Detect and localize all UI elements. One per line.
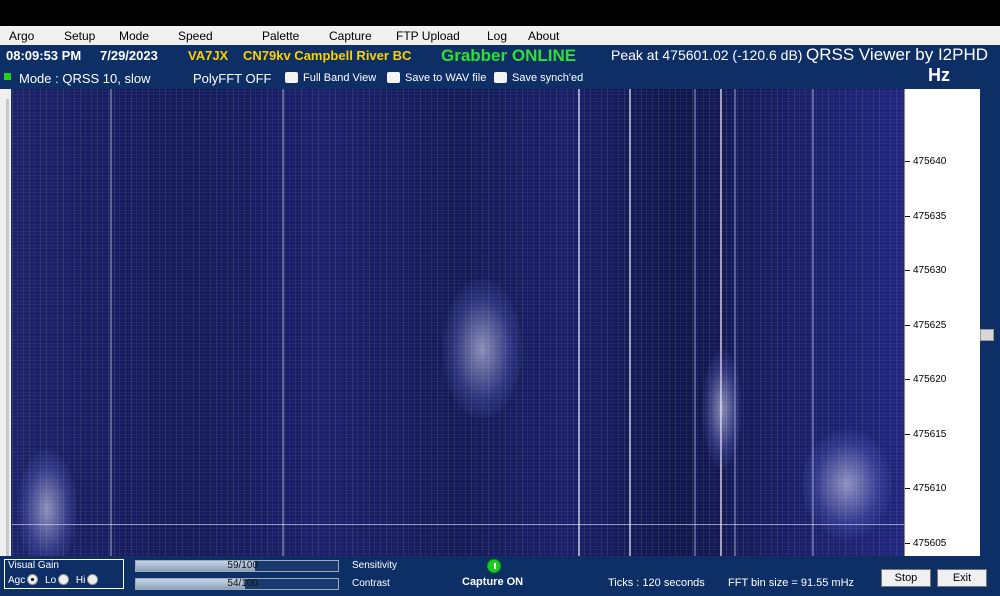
- frequency-tick: 475630: [905, 265, 981, 277]
- waterfall-display[interactable]: 19:4419:4619:4819:5019:5219:5419:5619:58…: [12, 89, 904, 596]
- signal-trace: [720, 89, 722, 569]
- lo-radio[interactable]: [58, 574, 70, 585]
- frequency-tick: 475610: [905, 483, 981, 495]
- exit-button[interactable]: Exit: [937, 569, 987, 587]
- mode-label: Mode : QRSS 10, slow: [19, 71, 151, 86]
- polyfft-toggle[interactable]: PolyFFT OFF: [193, 71, 271, 86]
- signal-trace: [734, 89, 736, 569]
- stop-button[interactable]: Stop: [881, 569, 931, 587]
- menu-capture[interactable]: Capture: [320, 29, 387, 43]
- hi-label: Hi: [75, 575, 86, 586]
- title-bar: [0, 0, 1000, 26]
- frequency-tick: 475615: [905, 429, 981, 441]
- visual-gain-group: Visual Gain Agc Lo Hi: [4, 559, 124, 589]
- contrast-value: 54/100: [227, 578, 258, 589]
- frequency-tick-label: 475615: [913, 428, 947, 440]
- save-synched-label: Save synch'ed: [512, 72, 584, 84]
- fft-bin-info: FFT bin size = 91.55 mHz: [728, 577, 855, 589]
- frequency-tick-label: 475620: [913, 374, 947, 385]
- contrast-label: Contrast: [352, 578, 390, 589]
- menu-argo[interactable]: Argo: [0, 29, 55, 43]
- grabber-status: Grabber ONLINE: [441, 46, 577, 65]
- main-window: 08:09:53 PM 7/29/2023 VA7JX CN79kv Campb…: [0, 45, 1000, 596]
- frequency-scrollbar[interactable]: [980, 89, 994, 596]
- menu-setup[interactable]: Setup: [55, 29, 110, 43]
- signal-trace: [629, 89, 631, 569]
- save-wav-label: Save to WAV file: [405, 72, 487, 84]
- frequency-tick: 475640: [905, 156, 981, 168]
- menu-speed[interactable]: Speed: [169, 29, 253, 43]
- ticks-info: Ticks : 120 seconds: [608, 577, 705, 589]
- signal-spot: [442, 279, 522, 419]
- signal-spot: [802, 429, 892, 539]
- frequency-tick: 475620: [905, 374, 981, 386]
- menu-about[interactable]: About: [519, 29, 579, 43]
- mode-indicator-icon: [4, 73, 11, 80]
- signal-trace: [694, 89, 696, 569]
- menu-palette[interactable]: Palette: [253, 29, 320, 43]
- frequency-tick-label: 475635: [913, 210, 947, 222]
- frequency-tick-label: 475625: [913, 319, 947, 331]
- hi-radio[interactable]: [87, 574, 99, 585]
- left-scrollbar[interactable]: [0, 89, 11, 596]
- agc-radio[interactable]: [27, 574, 39, 585]
- callsign: VA7JX: [188, 48, 229, 63]
- control-panel: Visual Gain Agc Lo Hi 59/100 Sensitivity…: [0, 556, 1000, 596]
- save-wav-checkbox[interactable]: [387, 72, 400, 83]
- sensitivity-value: 59/100: [227, 560, 258, 571]
- menu-ftp-upload[interactable]: FTP Upload: [387, 29, 478, 43]
- menu-bar: Argo Setup Mode Speed Palette Capture FT…: [0, 26, 1000, 45]
- save-synched-checkbox[interactable]: [494, 72, 507, 83]
- frequency-tick: 475605: [905, 538, 981, 550]
- signal-spot: [702, 349, 742, 469]
- lo-label: Lo: [45, 575, 57, 586]
- full-band-checkbox[interactable]: [285, 72, 298, 83]
- menu-mode[interactable]: Mode: [110, 29, 169, 43]
- frequency-axis: 475640 475635 475630 475625 475620 475615 4756…: [904, 89, 980, 596]
- app-title: QRSS Viewer by I2PHD: [806, 45, 989, 64]
- contrast-slider[interactable]: 54/100: [135, 578, 339, 590]
- capture-status: Capture ON: [462, 576, 524, 588]
- signal-trace: [578, 89, 580, 569]
- scroll-thumb[interactable]: [980, 329, 994, 341]
- frequency-tick-label: 475605: [913, 537, 947, 549]
- signal-trace: [282, 89, 284, 569]
- capture-power-icon[interactable]: [487, 559, 501, 573]
- options-bar: Mode : QRSS 10, slow PolyFFT OFF Full Ba…: [0, 69, 900, 87]
- visual-gain-title: Visual Gain: [8, 560, 59, 571]
- signal-spot: [17, 449, 77, 569]
- frequency-tick: 475625: [905, 320, 981, 332]
- clock-date: 7/29/2023: [100, 48, 158, 63]
- frequency-tick-label: 475610: [913, 483, 947, 494]
- visual-gain-options: Agc Lo Hi: [8, 574, 102, 586]
- signal-trace: [110, 89, 112, 569]
- sensitivity-label: Sensitivity: [352, 560, 398, 571]
- frequency-tick-label: 475630: [913, 265, 947, 276]
- frequency-tick-label: 475640: [913, 156, 947, 167]
- sensitivity-slider[interactable]: 59/100: [135, 560, 339, 572]
- clock-time: 08:09:53 PM: [6, 48, 82, 63]
- menu-log[interactable]: Log: [478, 29, 519, 43]
- hz-unit-label: Hz: [928, 65, 950, 85]
- locator: CN79kv Campbell River BC: [243, 48, 412, 63]
- carrier-trace: [12, 524, 904, 525]
- status-bar: 08:09:53 PM 7/29/2023 VA7JX CN79kv Campb…: [0, 45, 1000, 67]
- agc-label: Agc: [8, 575, 26, 586]
- frequency-tick: 475635: [905, 211, 981, 223]
- peak-readout: Peak at 475601.02 (-120.6 dB): [611, 47, 803, 63]
- full-band-label: Full Band View: [303, 72, 377, 84]
